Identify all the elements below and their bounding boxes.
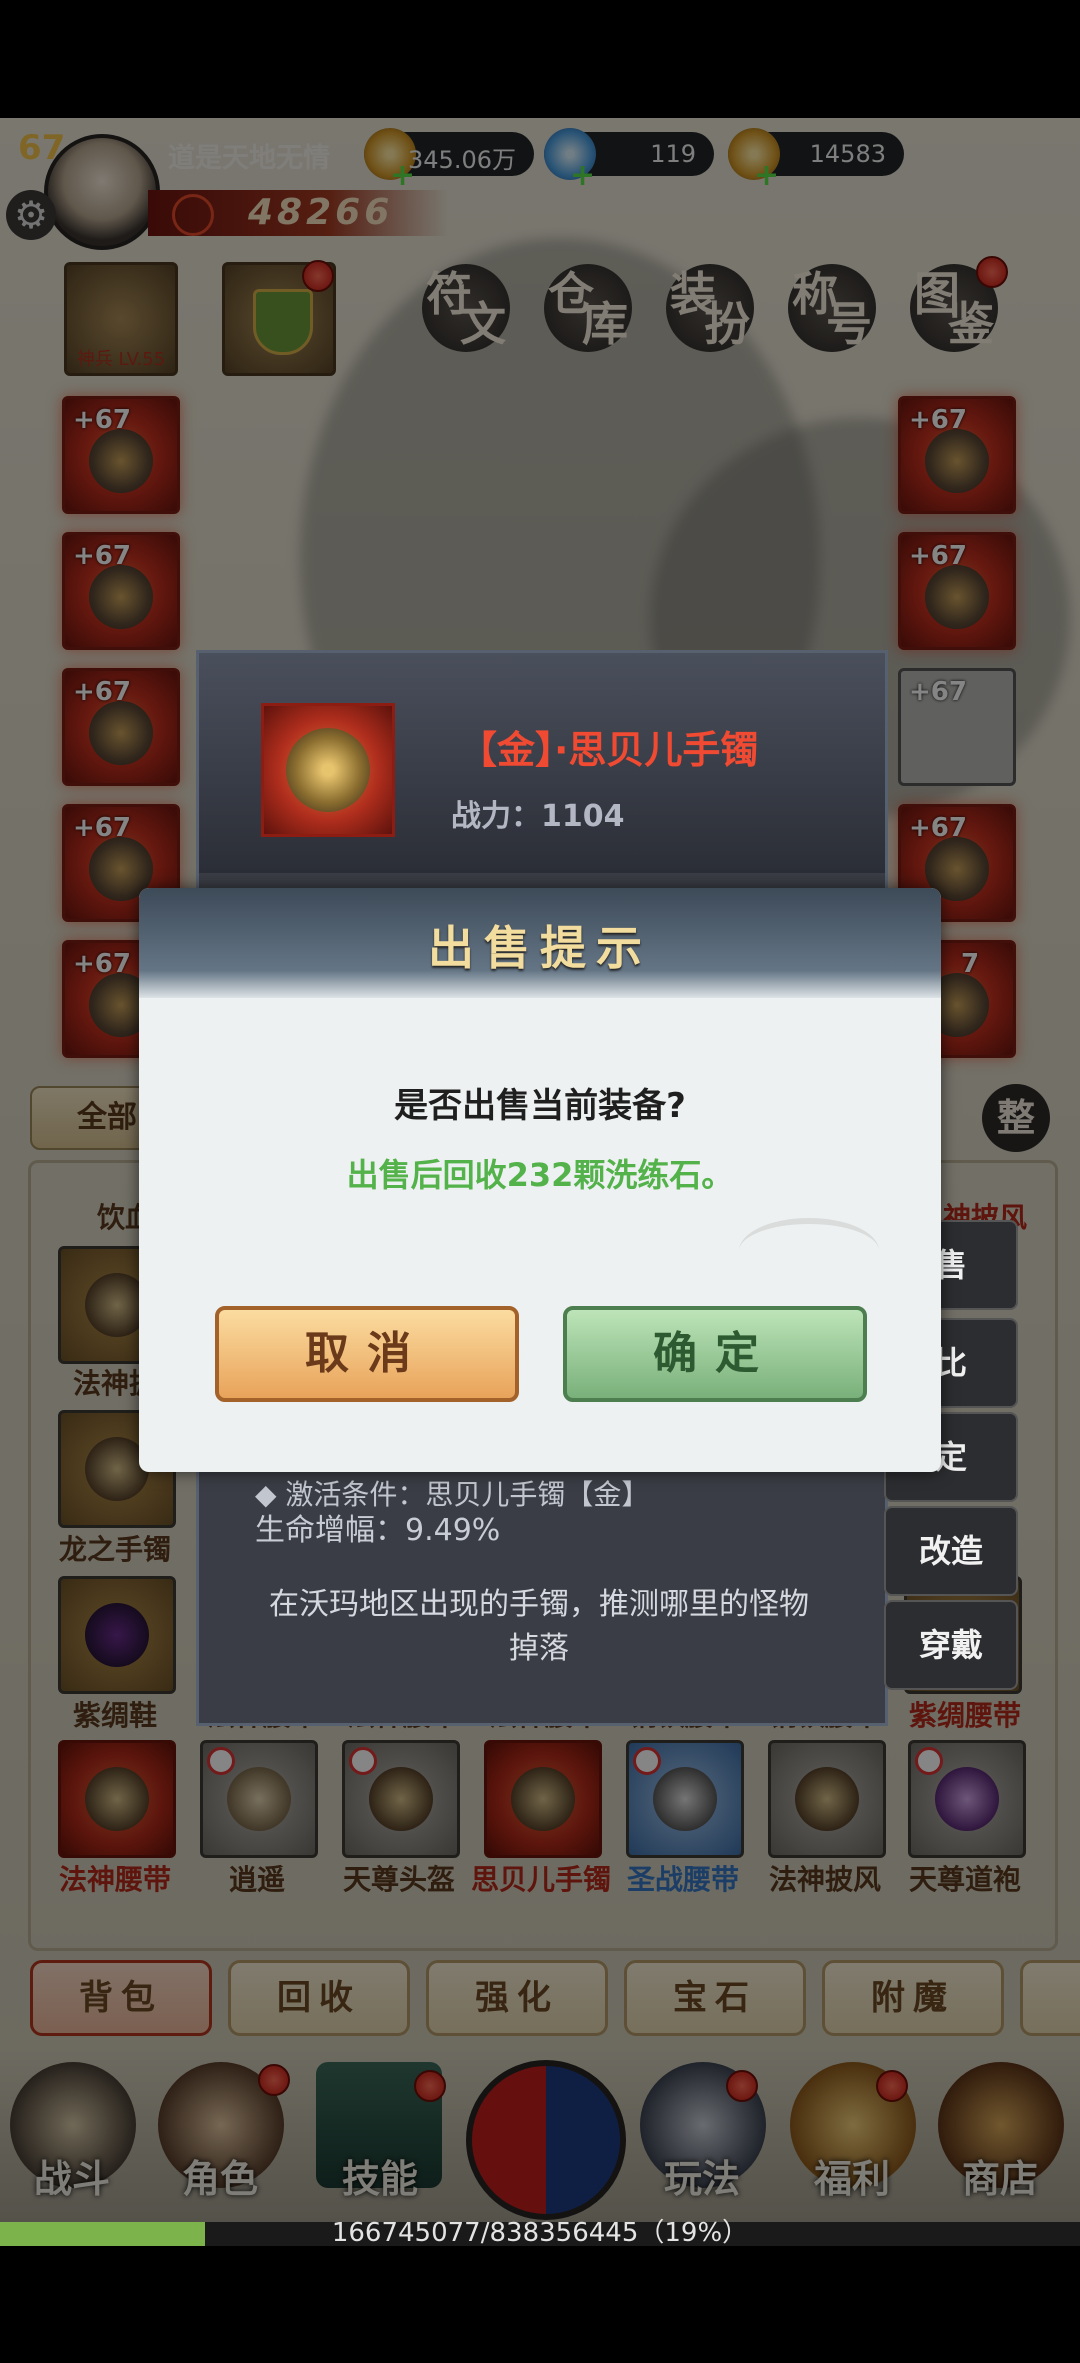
bracelet-icon [286,728,370,812]
equip-button[interactable]: 穿戴 [884,1600,1018,1690]
experience-text: 166745077/838356445（19%） [331,2218,749,2248]
brush-stroke [739,1218,879,1284]
sell-dialog: 出售提示 是否出售当前装备? 出售后回收232颗洗练石。 取消 确定 [139,888,941,1472]
cancel-button[interactable]: 取消 [215,1306,519,1402]
tooltip-item-icon [261,703,395,837]
reforge-button[interactable]: 改造 [884,1506,1018,1596]
tooltip-item-name: 【金】·思贝儿手镯 [459,728,759,772]
tooltip-hp-boost: 生命增幅：9.49% [255,1513,501,1548]
dialog-title: 出售提示 [428,921,652,975]
tooltip-description: 在沃玛地区出现的手镯，推测哪里的怪物掉落 [269,1587,809,1666]
dialog-question: 是否出售当前装备? [394,1086,686,1126]
tooltip-combat-power: 战力：1104 [451,799,625,834]
confirm-button[interactable]: 确定 [563,1306,867,1402]
dialog-note: 出售后回收232颗洗练石。 [346,1156,734,1194]
